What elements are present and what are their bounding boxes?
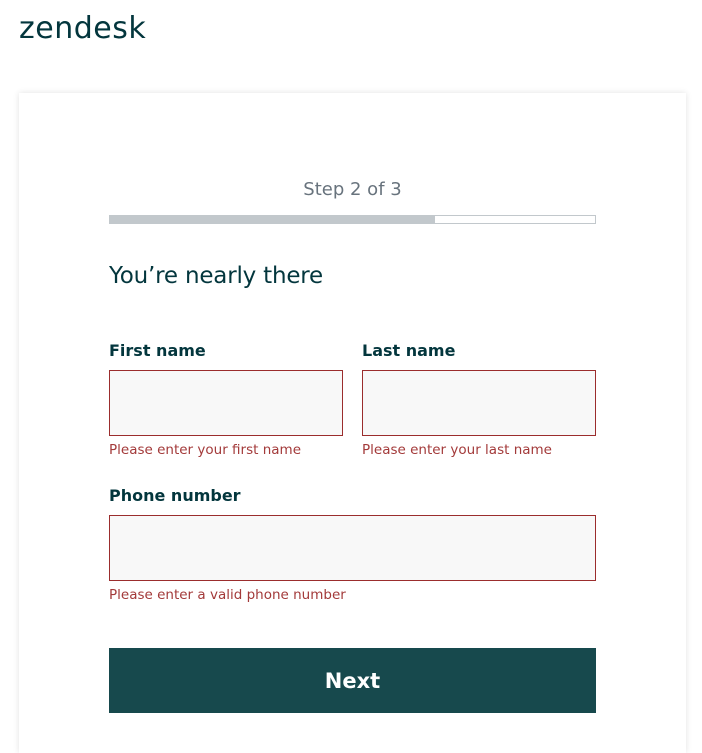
progress-bar-fill (110, 216, 435, 223)
first-name-error: Please enter your first name (109, 442, 302, 458)
phone-number-field[interactable] (109, 515, 596, 581)
progress-bar (109, 215, 596, 224)
zendesk-logo: zendesk (19, 11, 147, 46)
first-name-field[interactable] (109, 370, 343, 436)
phone-number-error: Please enter a valid phone number (109, 587, 346, 603)
last-name-field[interactable] (362, 370, 596, 436)
first-name-label: First name (109, 341, 206, 360)
step-indicator: Step 2 of 3 (303, 179, 402, 200)
last-name-label: Last name (362, 341, 456, 360)
form-heading: You’re nearly there (109, 263, 324, 289)
phone-number-label: Phone number (109, 486, 241, 505)
last-name-error: Please enter your last name (362, 442, 552, 458)
signup-card: Step 2 of 3 You’re nearly there First na… (19, 93, 686, 753)
next-button[interactable]: Next (109, 648, 596, 713)
